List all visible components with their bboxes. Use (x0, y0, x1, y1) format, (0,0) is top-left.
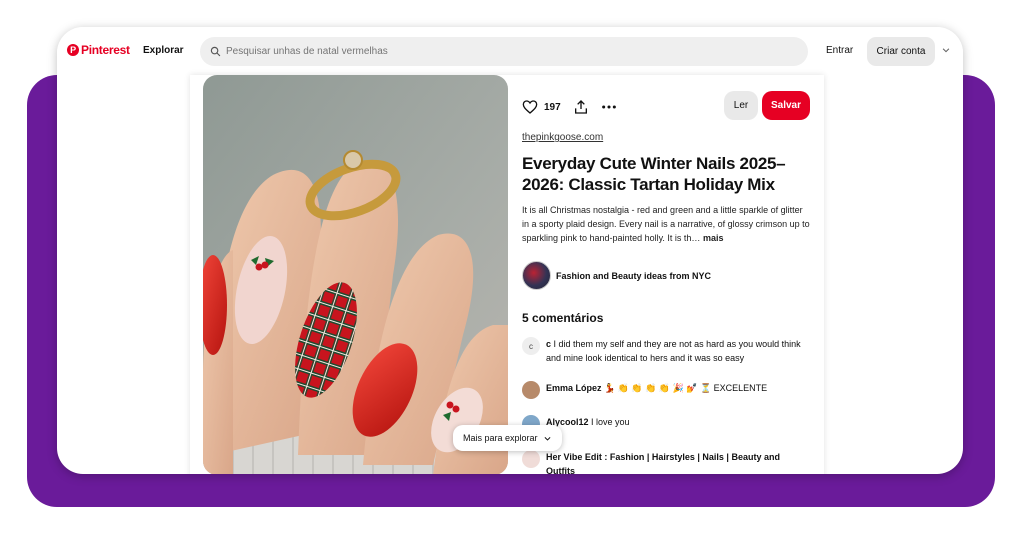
pin-closeup-card: 197 Ler Salvar thepinkgoose.com Everyday… (190, 75, 824, 474)
comment-item: c c I did them my self and they are not … (522, 337, 812, 365)
board-info[interactable]: Fashion and Beauty ideas from NYC (522, 261, 711, 290)
comment-text: Emma López 💃 👏 👏 👏 👏 🎉 💅 ⏳ EXCELENTE (546, 381, 767, 395)
search-icon (210, 46, 221, 57)
comment-text: c I did them my self and they are not as… (546, 337, 812, 365)
pin-actions: 197 (522, 99, 617, 115)
signup-button[interactable]: Criar conta (867, 37, 935, 66)
logo-text: Pinterest (81, 43, 130, 57)
chevron-down-icon[interactable] (941, 45, 951, 55)
comments-heading: 5 comentários (522, 311, 604, 325)
read-button[interactable]: Ler (724, 91, 758, 120)
comment-item: Her Vibe Edit : Fashion | Hairstyles | N… (522, 450, 812, 474)
more-options-icon[interactable] (601, 99, 617, 115)
comment-item: Emma López 💃 👏 👏 👏 👏 🎉 💅 ⏳ EXCELENTE (522, 381, 812, 399)
avatar[interactable] (522, 381, 540, 399)
pinterest-logo-icon: P (67, 44, 79, 56)
avatar[interactable]: c (522, 337, 540, 355)
avatar[interactable] (522, 450, 540, 468)
comment-body: 💃 👏 👏 👏 👏 🎉 💅 ⏳ EXCELENTE (601, 383, 768, 393)
comment-text: Her Vibe Edit : Fashion | Hairstyles | N… (546, 450, 796, 474)
pin-image[interactable] (203, 75, 508, 474)
top-navigation-bar: P Pinterest Explorar Entrar Criar conta (57, 27, 963, 77)
pin-description: It is all Christmas nostalgia - red and … (522, 203, 812, 245)
chevron-down-icon (544, 436, 550, 441)
like-count: 197 (544, 101, 561, 113)
comment-item: Alycool12 I love you (522, 415, 812, 433)
explore-more-button[interactable]: Mais para explorar (453, 425, 562, 451)
more-link[interactable]: mais (700, 233, 724, 243)
share-icon[interactable] (573, 99, 589, 115)
save-button[interactable]: Salvar (762, 91, 810, 120)
comment-body: I love you (588, 417, 630, 427)
explore-more-label: Mais para explorar (463, 433, 538, 443)
nail-art-photo (203, 75, 508, 474)
heart-icon[interactable] (522, 99, 538, 115)
comment-user[interactable]: Her Vibe Edit : Fashion | Hairstyles | N… (546, 452, 780, 474)
browser-frame: P Pinterest Explorar Entrar Criar conta (57, 27, 963, 474)
search-bar[interactable] (200, 37, 808, 66)
comment-body: I did them my self and they are not as h… (546, 339, 801, 363)
login-button[interactable]: Entrar (826, 45, 853, 56)
pin-title: Everyday Cute Winter Nails 2025–2026: Cl… (522, 154, 786, 194)
pinterest-logo[interactable]: P Pinterest (67, 43, 130, 57)
description-text: It is all Christmas nostalgia - red and … (522, 205, 810, 243)
source-link[interactable]: thepinkgoose.com (522, 132, 603, 143)
search-input[interactable] (226, 46, 786, 57)
board-avatar[interactable] (522, 261, 551, 290)
board-name[interactable]: Fashion and Beauty ideas from NYC (556, 271, 711, 281)
comment-user[interactable]: Emma López (546, 383, 602, 393)
explore-link[interactable]: Explorar (143, 45, 184, 56)
